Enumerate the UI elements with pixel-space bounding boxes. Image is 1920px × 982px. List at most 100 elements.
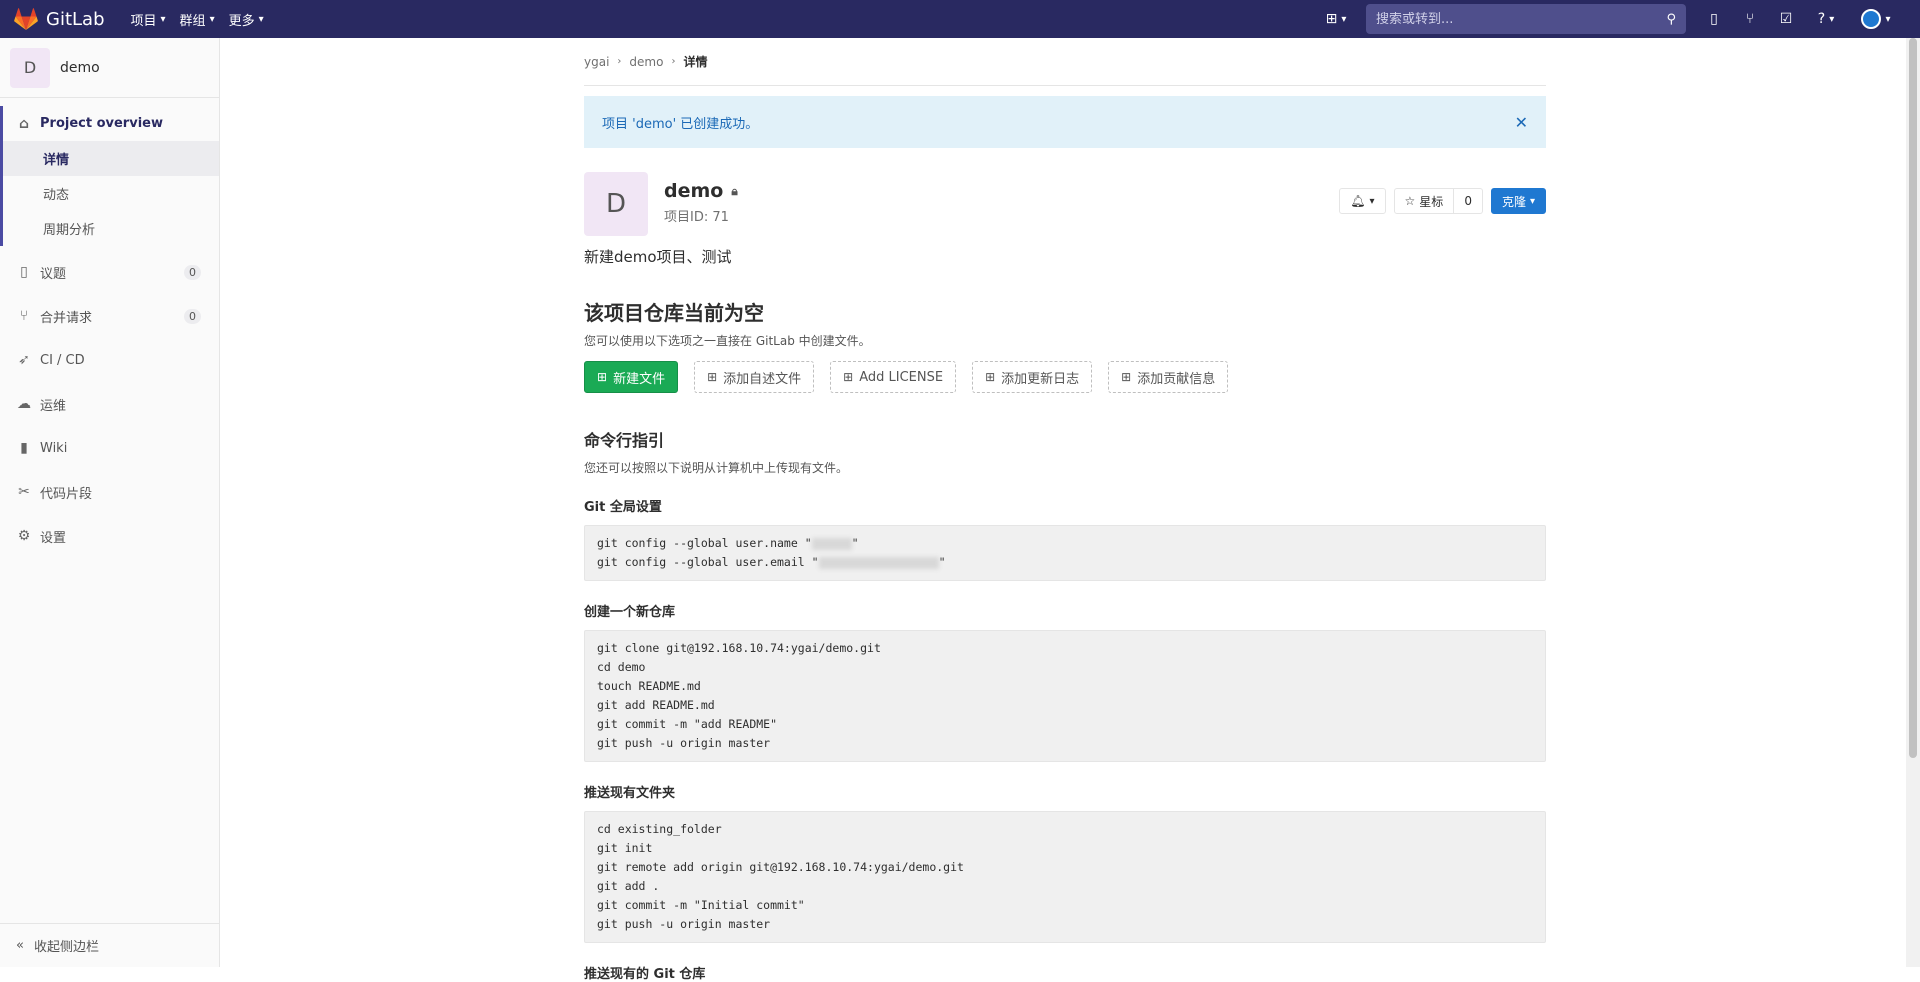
nav-groups[interactable]: 群组 ▾	[180, 10, 215, 29]
top-navbar: GitLab 项目▾ 群组▾ 更多▾ ⊞▾ ⚲ ▯ ⑂ ☑ ?▾ ▾	[0, 0, 1920, 38]
project-avatar-large: D	[584, 172, 648, 236]
code-quote: "	[851, 536, 859, 550]
push-repo-title: 推送现有的 Git 仓库	[584, 967, 706, 982]
star-icon: ☆	[1404, 194, 1416, 208]
plus-square-icon: ⊞	[843, 370, 854, 384]
sidebar-item-label: 合并请求	[40, 310, 93, 326]
plus-square-icon: ⊞	[985, 370, 996, 384]
code-line: git config --global user.name "	[597, 536, 812, 550]
merge-request-icon: ⑂	[1745, 11, 1755, 27]
sidebar-item-issues[interactable]: ▯ 议题 0	[0, 250, 219, 294]
sidebar-item-label: Project overview	[40, 116, 163, 131]
add-contributing-label: 添加贡献信息	[1137, 371, 1216, 387]
star-group: ☆ 星标 0	[1393, 188, 1483, 214]
gitlab-tanuki-icon	[14, 8, 38, 30]
main-content: ygai › demo › 详情 项目 'demo' 已创建成功。 ✕ D de…	[584, 38, 1546, 982]
star-count[interactable]: 0	[1454, 188, 1483, 214]
sidebar-item-wiki[interactable]: ▮ Wiki	[0, 426, 219, 470]
file-buttons: ⊞ 新建文件 ⊞ 添加自述文件 ⊞ Add LICENSE ⊞ 添加更新日志 ⊞ 添加贡献…	[584, 361, 1546, 393]
alert-text: 项目 'demo' 已创建成功。	[602, 116, 759, 132]
project-id: 项目ID: 71	[664, 210, 729, 225]
issues-icon: ▯	[1710, 11, 1718, 27]
sidebar-menu: ⌂ Project overview 详情 动态 周期分析 ▯ 议题 0 ⑂ 合…	[0, 106, 219, 558]
breadcrumb-link-project[interactable]: demo	[629, 55, 663, 69]
chevron-down-icon: ▾	[1369, 195, 1375, 207]
breadcrumb-link-group[interactable]: ygai	[584, 55, 609, 69]
sidebar-item-label: Wiki	[40, 440, 68, 456]
plus-square-icon: ⊞	[707, 370, 718, 384]
double-chevron-left-icon: «	[16, 938, 24, 953]
git-global-setup-code: git config --global user.name " " git con…	[584, 525, 1546, 581]
new-file-label: 新建文件	[613, 371, 666, 387]
chevron-down-icon: ▾	[1829, 13, 1835, 25]
sidebar-project-header[interactable]: D demo	[0, 38, 219, 98]
add-changelog-label: 添加更新日志	[1001, 371, 1080, 387]
sidebar-item-settings[interactable]: ⚙ 设置	[0, 514, 219, 558]
new-dropdown[interactable]: ⊞ ▾	[1316, 0, 1356, 38]
code-quote: "	[938, 555, 946, 569]
new-file-button[interactable]: ⊞ 新建文件	[584, 361, 679, 393]
lock-icon: 🔒︎	[731, 183, 738, 198]
question-circle-icon: ?	[1817, 11, 1826, 27]
top-right-controls: ⊞▾ ⚲ ▯ ⑂ ☑ ?▾ ▾	[1316, 0, 1920, 38]
cloud-gear-icon: ☁	[17, 396, 31, 412]
scissors-icon: ✂	[18, 484, 30, 500]
issues-icon: ▯	[20, 264, 28, 280]
user-menu[interactable]: ▾	[1848, 0, 1904, 38]
nav-groups-label: 群组	[179, 13, 206, 29]
merge-requests-shortcut[interactable]: ⑂	[1732, 0, 1768, 38]
sidebar-subitem-details[interactable]: 详情	[0, 141, 219, 176]
sidebar-item-operations[interactable]: ☁ 运维	[0, 382, 219, 426]
scrollbar-thumb[interactable]	[1909, 38, 1917, 758]
project-actions: 🔔︎ ▾ ☆ 星标 0 克隆 ▾	[1339, 188, 1546, 214]
sidebar-subitem-activity[interactable]: 动态	[0, 176, 219, 211]
add-contributing-button[interactable]: ⊞ 添加贡献信息	[1108, 361, 1229, 393]
collapse-sidebar-button[interactable]: « 收起侧边栏	[0, 923, 219, 967]
page-scrollbar[interactable]	[1906, 38, 1920, 967]
todos-shortcut[interactable]: ☑	[1768, 0, 1804, 38]
chevron-down-icon: ▾	[1529, 195, 1535, 207]
chevron-right-icon: ›	[617, 56, 622, 67]
add-changelog-button[interactable]: ⊞ 添加更新日志	[972, 361, 1093, 393]
chevron-down-icon: ▾	[258, 13, 264, 25]
add-license-button[interactable]: ⊞ Add LICENSE	[830, 361, 957, 393]
search-input[interactable]	[1376, 11, 1667, 27]
plus-square-icon: ⊞	[597, 370, 608, 384]
notification-dropdown[interactable]: 🔔︎ ▾	[1339, 188, 1386, 214]
search-box[interactable]: ⚲	[1366, 4, 1686, 34]
push-folder-code: cd existing_folder git init git remote a…	[584, 811, 1546, 943]
sidebar-item-project-overview[interactable]: ⌂ Project overview	[0, 106, 219, 141]
chevron-down-icon: ▾	[1885, 13, 1891, 25]
chevron-down-icon: ▾	[160, 13, 166, 25]
star-label: 星标	[1419, 194, 1444, 209]
plus-square-icon: ⊞	[1121, 370, 1132, 384]
sidebar-project-name: demo	[60, 59, 100, 76]
add-readme-button[interactable]: ⊞ 添加自述文件	[694, 361, 815, 393]
logo-text: GitLab	[46, 8, 105, 30]
sidebar-subitem-cycle-analytics[interactable]: 周期分析	[0, 211, 219, 246]
project-name: demo	[664, 180, 724, 202]
sidebar-item-label: 运维	[40, 398, 67, 414]
sidebar-item-merge-requests[interactable]: ⑂ 合并请求 0	[0, 294, 219, 338]
nav-projects-label: 项目	[130, 13, 157, 29]
sidebar-item-label: 代码片段	[40, 486, 93, 502]
nav-projects[interactable]: 项目 ▾	[131, 10, 166, 29]
redacted-name	[811, 537, 852, 550]
empty-repo-title: 该项目仓库当前为空	[584, 301, 764, 325]
sidebar-item-ci-cd[interactable]: ➶ CI / CD	[0, 338, 219, 382]
star-button[interactable]: ☆ 星标	[1393, 188, 1455, 214]
success-alert: 项目 'demo' 已创建成功。 ✕	[584, 96, 1546, 148]
chevron-right-icon: ›	[671, 56, 676, 67]
close-icon[interactable]: ✕	[1515, 113, 1528, 132]
breadcrumb-current[interactable]: 详情	[683, 53, 707, 70]
issues-shortcut[interactable]: ▯	[1696, 0, 1732, 38]
clone-button[interactable]: 克隆 ▾	[1490, 188, 1546, 214]
sidebar-item-snippets[interactable]: ✂ 代码片段	[0, 470, 219, 514]
nav-more[interactable]: 更多 ▾	[229, 10, 264, 29]
project-title: demo 🔒︎	[664, 180, 738, 202]
project-avatar: D	[10, 47, 50, 88]
push-folder-title: 推送现有文件夹	[584, 786, 676, 801]
merge-request-icon: ⑂	[19, 308, 29, 324]
help-dropdown[interactable]: ? ▾	[1804, 0, 1848, 38]
gitlab-logo[interactable]: GitLab	[14, 0, 105, 38]
